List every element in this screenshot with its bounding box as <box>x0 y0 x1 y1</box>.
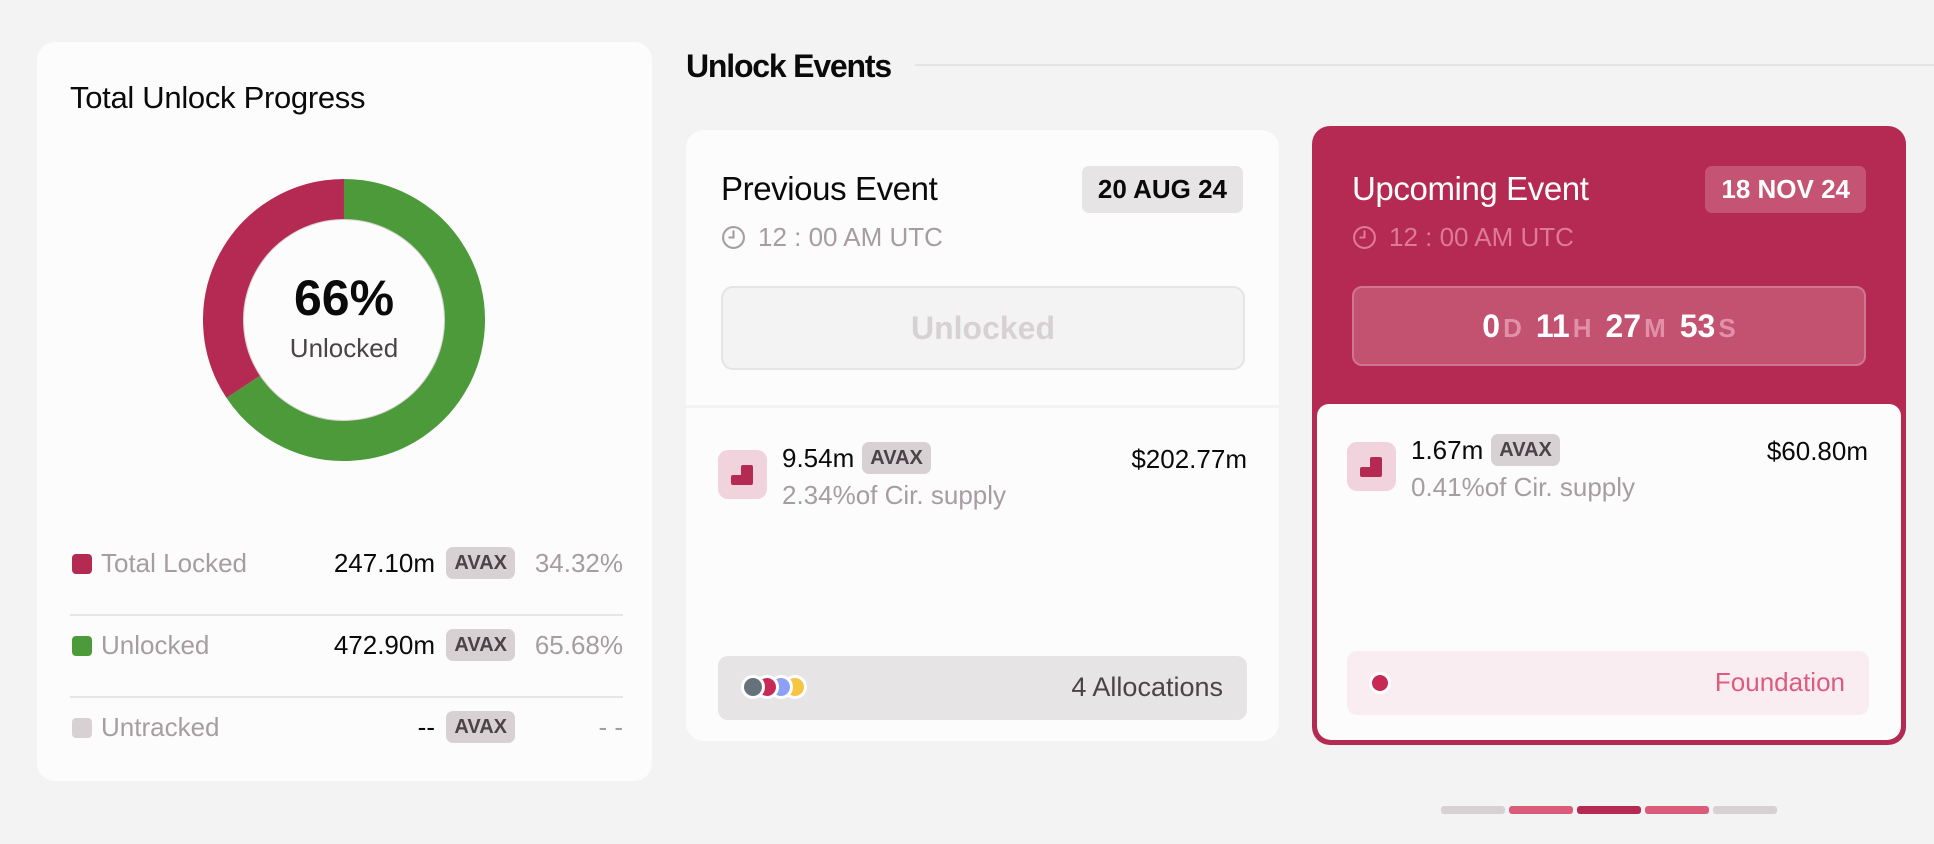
allocation-dots <box>741 675 807 701</box>
amount-value: 1.67m <box>1411 434 1484 465</box>
token-badge: AVAX <box>1491 434 1560 466</box>
event-date-badge: 20 AUG 24 <box>1081 166 1243 213</box>
countdown-seconds: 53 S <box>1680 308 1736 345</box>
amount-value: 9.54m <box>782 442 855 473</box>
event-time-text: 12 : 00 AM UTC <box>758 222 943 252</box>
allocation-dot <box>741 675 765 699</box>
event-time: 12 : 00 AM UTC <box>721 222 943 253</box>
unlock-amount-block: 9.54m AVAX 2.34%of Cir. supply $202.77m <box>718 442 1247 522</box>
carousel-pagination <box>1441 806 1777 814</box>
pagination-dot[interactable] <box>1713 806 1777 814</box>
event-time: 12 : 00 AM UTC <box>1352 222 1574 253</box>
legend-amount: 472.90m <box>333 630 435 660</box>
progress-legend: Total Locked 247.10m AVAX 34.32% Unlocke… <box>70 534 623 780</box>
avax-token-icon <box>1347 442 1396 491</box>
clock-icon <box>1353 226 1376 249</box>
upcoming-event-details: 1.67m AVAX 0.41%of Cir. supply $60.80m F… <box>1317 404 1901 740</box>
unlock-events-title: Unlock Events <box>686 48 892 84</box>
legend-swatch-locked <box>72 554 92 574</box>
donut-label: Unlocked <box>289 332 399 363</box>
token-badge: AVAX <box>446 547 515 579</box>
event-time-text: 12 : 00 AM UTC <box>1389 222 1574 252</box>
countdown-value: 11 <box>1535 307 1570 344</box>
allocation-dot <box>1369 672 1391 694</box>
total-unlock-progress-card: Total Unlock Progress 66% Unlocked Total… <box>37 42 652 781</box>
pagination-dot[interactable] <box>1509 806 1573 814</box>
clock-icon <box>722 226 745 249</box>
event-title: Upcoming Event <box>1352 170 1589 207</box>
usd-value: $202.77m <box>1131 444 1247 474</box>
countdown-unit: H <box>1572 312 1592 343</box>
countdown-unit: M <box>1644 312 1666 343</box>
legend-amount: -- <box>417 712 435 742</box>
unlocked-status-button[interactable]: Unlocked <box>721 286 1245 370</box>
token-badge: AVAX <box>446 711 515 743</box>
legend-name: Unlocked <box>101 630 210 660</box>
usd-value: $60.80m <box>1766 436 1868 466</box>
legend-percent: - - <box>598 712 623 742</box>
avax-token-icon <box>718 450 767 499</box>
legend-name: Total Locked <box>101 548 247 578</box>
countdown-unit: D <box>1503 312 1522 343</box>
pagination-dot[interactable] <box>1441 806 1505 814</box>
countdown-value: 0 <box>1482 307 1501 344</box>
legend-swatch-untracked <box>72 718 92 738</box>
countdown-minutes: 27 M <box>1605 308 1665 345</box>
pagination-dot-active[interactable] <box>1577 806 1641 814</box>
unlock-donut-chart: 66% Unlocked <box>203 179 485 461</box>
foundation-allocation-button[interactable]: Foundation <box>1347 651 1869 715</box>
event-title: Previous Event <box>721 170 938 207</box>
legend-amount: 247.10m <box>333 548 435 578</box>
legend-swatch-unlocked <box>72 636 92 656</box>
previous-event-details: 9.54m AVAX 2.34%of Cir. supply $202.77m … <box>686 408 1279 741</box>
pagination-dot[interactable] <box>1645 806 1709 814</box>
countdown-timer: 0 D 11 H 27 M 53 S <box>1352 286 1866 366</box>
section-divider <box>915 64 1934 66</box>
allocations-label: 4 Allocations <box>1071 672 1223 702</box>
countdown-hours: 11 H <box>1536 308 1592 345</box>
circulating-supply-percent: 2.34%of Cir. supply <box>782 480 1007 510</box>
donut-percent: 66% <box>293 269 395 326</box>
allocations-button[interactable]: 4 Allocations <box>718 656 1247 720</box>
progress-title: Total Unlock Progress <box>70 80 366 115</box>
donut-center: 66% Unlocked <box>203 179 485 461</box>
legend-percent: 65.68% <box>534 630 623 660</box>
unlock-amount: 9.54m AVAX <box>782 442 931 474</box>
upcoming-event-card[interactable]: Upcoming Event 18 NOV 24 12 : 00 AM UTC … <box>1312 126 1906 745</box>
token-badge: AVAX <box>446 629 515 661</box>
countdown-unit: S <box>1718 312 1736 343</box>
previous-event-card[interactable]: Previous Event 20 AUG 24 12 : 00 AM UTC … <box>686 130 1279 405</box>
legend-row-unlocked: Unlocked 472.90m AVAX 65.68% <box>70 616 623 698</box>
legend-name: Untracked <box>101 712 220 742</box>
circulating-supply-percent: 0.41%of Cir. supply <box>1411 472 1636 502</box>
unlock-amount-block: 1.67m AVAX 0.41%of Cir. supply $60.80m <box>1347 434 1868 514</box>
unlock-amount: 1.67m AVAX <box>1411 434 1560 466</box>
countdown-value: 27 <box>1605 307 1642 344</box>
allocation-label: Foundation <box>1714 667 1845 697</box>
countdown-days: 0 D <box>1482 308 1522 345</box>
event-date-badge: 18 NOV 24 <box>1705 166 1866 213</box>
legend-row-untracked: Untracked -- AVAX - - <box>70 698 623 780</box>
legend-row-total-locked: Total Locked 247.10m AVAX 34.32% <box>70 534 623 616</box>
token-badge: AVAX <box>862 442 931 474</box>
countdown-value: 53 <box>1679 307 1716 344</box>
legend-percent: 34.32% <box>534 548 623 578</box>
